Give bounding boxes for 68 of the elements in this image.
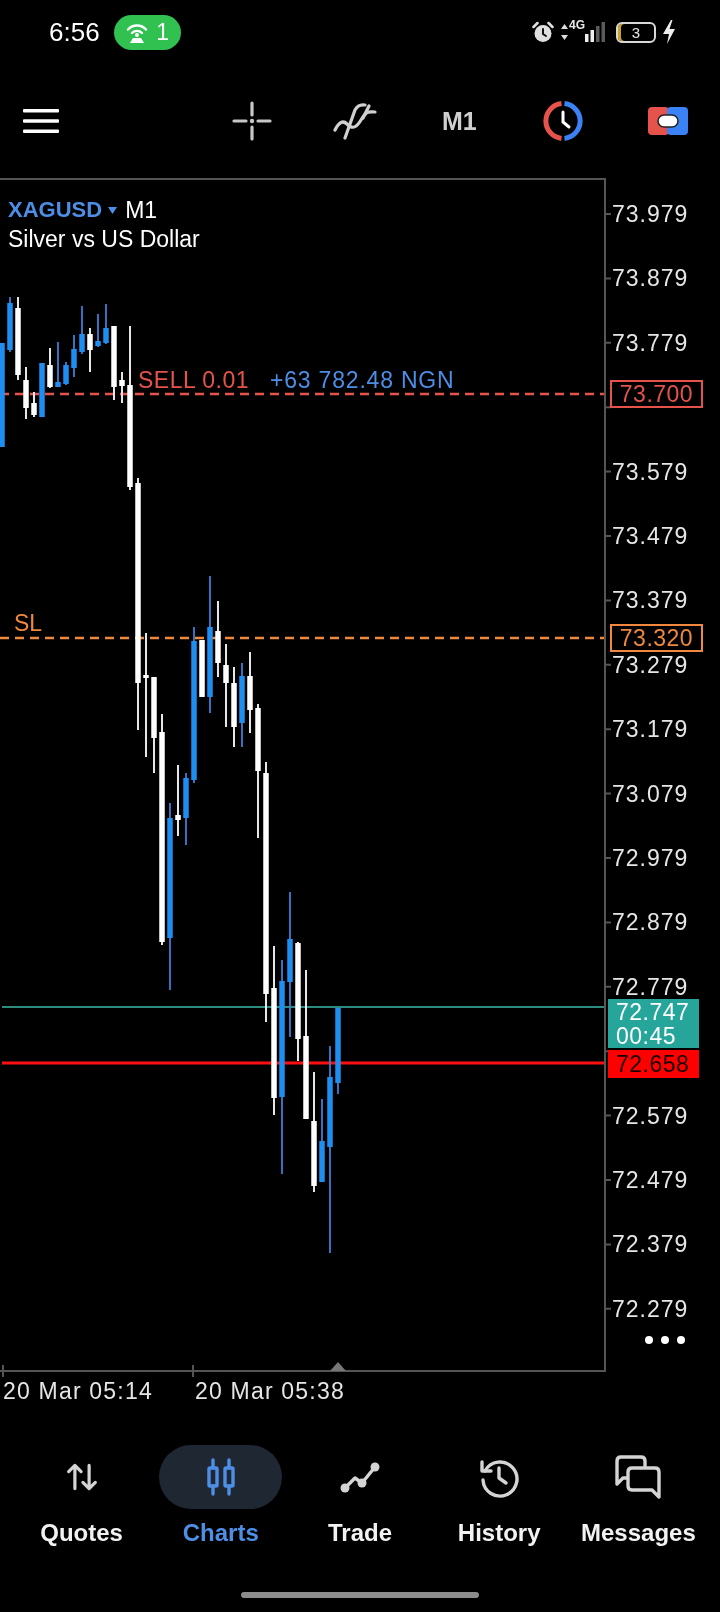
price-axis-label: 73.579 xyxy=(612,459,689,484)
price-axis-label: 72.979 xyxy=(612,846,689,870)
candle xyxy=(47,347,53,389)
bid-price: 72.747 xyxy=(616,999,691,1024)
hotspot-icon xyxy=(125,21,150,43)
alarm-clock-icon xyxy=(532,21,554,43)
candle xyxy=(79,305,85,355)
price-axis-label: 73.979 xyxy=(612,202,689,226)
signal-icon xyxy=(585,22,605,42)
caret-icon[interactable] xyxy=(108,206,118,214)
price-axis-label: 73.879 xyxy=(612,266,689,291)
toggle-icon[interactable] xyxy=(647,107,688,135)
timeframe-button[interactable]: M1 xyxy=(442,106,477,136)
order-price-tag: 73.700 xyxy=(610,380,703,408)
price-axis-label: 73.779 xyxy=(612,330,689,355)
price-axis-label: 73.379 xyxy=(612,588,689,613)
stop-loss-label: SL xyxy=(14,611,43,635)
price-axis-label: 72.779 xyxy=(612,974,689,999)
price-axis-label: 72.579 xyxy=(612,1103,689,1128)
candle xyxy=(95,313,101,348)
nav-tab[interactable]: Trade xyxy=(290,1445,430,1547)
countdown-timer: 00:45 xyxy=(616,1023,678,1048)
price-axis-label: 73.479 xyxy=(612,524,689,548)
status-time: 6:56 xyxy=(49,17,100,47)
price-axis-label: 72.479 xyxy=(612,1168,689,1192)
curve-icon[interactable] xyxy=(333,102,377,140)
price-axis-label: 72.279 xyxy=(612,1296,689,1321)
stop-loss-price-tag: 73.320 xyxy=(610,624,703,652)
ask-price-tag: 72.658 xyxy=(608,1050,699,1078)
nav-tab[interactable]: Quotes xyxy=(12,1445,152,1547)
menu-icon[interactable] xyxy=(23,109,59,133)
crosshair-icon[interactable] xyxy=(232,101,272,141)
candle xyxy=(199,639,205,698)
candle xyxy=(71,334,77,378)
hotspot-count: 1 xyxy=(156,19,169,45)
price-axis-label: 73.179 xyxy=(612,717,689,742)
order-label: SELL 0.01 xyxy=(138,368,250,392)
candle xyxy=(39,362,45,418)
nav-tab[interactable]: History xyxy=(429,1445,569,1547)
candle xyxy=(31,391,37,418)
candle xyxy=(7,296,13,353)
candle xyxy=(87,327,93,373)
charging-icon xyxy=(662,20,676,44)
symbol-description: Silver vs US Dollar xyxy=(8,227,200,251)
clock-icon[interactable] xyxy=(542,101,583,141)
symbol-name[interactable]: XAGUSD xyxy=(8,196,103,224)
candle xyxy=(23,366,29,420)
sort-arrows-icon xyxy=(65,1461,98,1493)
chat-bubbles-icon xyxy=(614,1454,663,1500)
candle xyxy=(55,341,61,388)
candle xyxy=(119,371,125,404)
more-icon[interactable] xyxy=(645,1336,685,1344)
battery-indicator: 3 xyxy=(616,21,656,43)
network-type: 4G xyxy=(569,19,585,31)
price-axis-label: 72.379 xyxy=(612,1232,689,1257)
order-profit: +63 782.48 NGN xyxy=(270,368,455,392)
line-chart-icon xyxy=(339,1460,381,1494)
price-axis-label: 73.079 xyxy=(612,781,689,806)
time-axis-label: 20 Mar 05:38 xyxy=(195,1379,345,1403)
price-axis-label: 73.279 xyxy=(612,652,689,677)
candle xyxy=(63,361,69,386)
shift-marker-icon[interactable] xyxy=(330,1362,346,1371)
price-axis-label: 72.879 xyxy=(612,910,689,935)
data-arrows-icon xyxy=(561,24,568,40)
nav-tab[interactable]: Messages xyxy=(568,1445,708,1547)
candle xyxy=(103,303,109,345)
chart-timeframe: M1 xyxy=(125,196,158,224)
time-axis-label: 20 Mar 05:14 xyxy=(3,1379,153,1403)
